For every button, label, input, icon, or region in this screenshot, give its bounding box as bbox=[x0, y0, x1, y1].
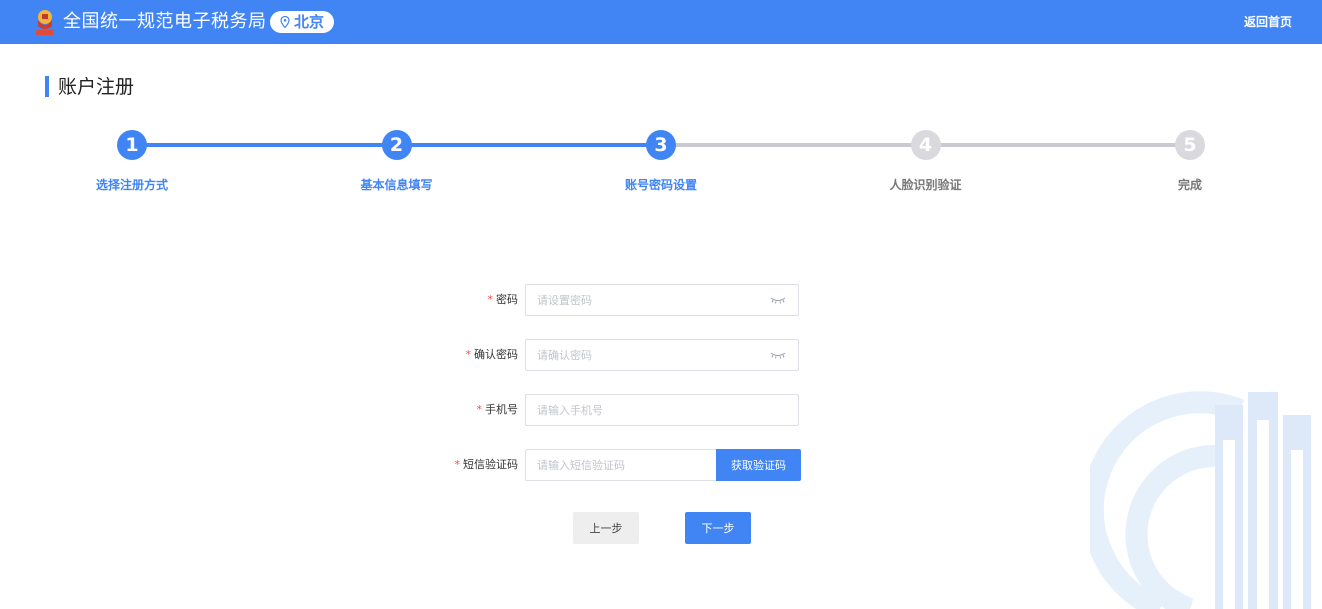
step-number-3: 3 bbox=[646, 130, 676, 160]
sms-code-field bbox=[525, 449, 746, 481]
progress-stepper: 1 选择注册方式 2 基本信息填写 3 账号密码设置 4 人脸识别验证 5 完成 bbox=[0, 0, 1322, 200]
step-label-4: 人脸识别验证 bbox=[889, 178, 962, 192]
step-number-5: 5 bbox=[1175, 130, 1205, 160]
step-label-3: 账号密码设置 bbox=[624, 178, 697, 192]
step-number-2: 2 bbox=[381, 130, 412, 160]
get-code-button[interactable]: 获取验证码 bbox=[716, 449, 801, 481]
phone-field bbox=[525, 394, 799, 426]
required-mark: * bbox=[476, 403, 483, 416]
password-input[interactable] bbox=[526, 285, 746, 315]
password-field bbox=[525, 284, 799, 316]
sms-code-input[interactable] bbox=[526, 450, 746, 480]
step-connector bbox=[661, 143, 926, 147]
phone-label: * 手机号 bbox=[477, 402, 519, 418]
sms-code-label: * 短信验证码 bbox=[455, 457, 519, 473]
phone-input[interactable] bbox=[526, 395, 746, 425]
password-label: * 密码 bbox=[488, 292, 519, 308]
step-label-1: 选择注册方式 bbox=[95, 178, 168, 192]
confirm-password-row: * 确认密码 bbox=[0, 339, 1322, 371]
confirm-password-label-text: 确认密码 bbox=[474, 348, 518, 361]
step-connector bbox=[925, 143, 1190, 147]
step-connector bbox=[396, 143, 661, 147]
next-step-button[interactable]: 下一步 bbox=[685, 512, 751, 544]
confirm-password-label: * 确认密码 bbox=[466, 347, 519, 363]
eye-closed-icon[interactable] bbox=[770, 351, 786, 359]
step-connector bbox=[132, 143, 397, 147]
prev-step-button[interactable]: 上一步 bbox=[573, 512, 639, 544]
step-number-4: 4 bbox=[910, 130, 941, 160]
step-label-5: 完成 bbox=[1177, 178, 1202, 192]
step-number-1: 1 bbox=[117, 130, 147, 160]
password-label-text: 密码 bbox=[496, 293, 518, 306]
required-mark: * bbox=[487, 293, 494, 306]
required-mark: * bbox=[454, 458, 461, 471]
step-label-2: 基本信息填写 bbox=[360, 178, 433, 192]
building-watermark-icon bbox=[1090, 391, 1311, 609]
sms-code-label-text: 短信验证码 bbox=[463, 458, 518, 471]
required-mark: * bbox=[465, 348, 472, 361]
password-row: * 密码 bbox=[0, 284, 1322, 316]
confirm-password-field bbox=[525, 339, 799, 371]
confirm-password-input[interactable] bbox=[526, 340, 746, 370]
phone-label-text: 手机号 bbox=[485, 403, 518, 416]
eye-closed-icon[interactable] bbox=[770, 296, 786, 304]
